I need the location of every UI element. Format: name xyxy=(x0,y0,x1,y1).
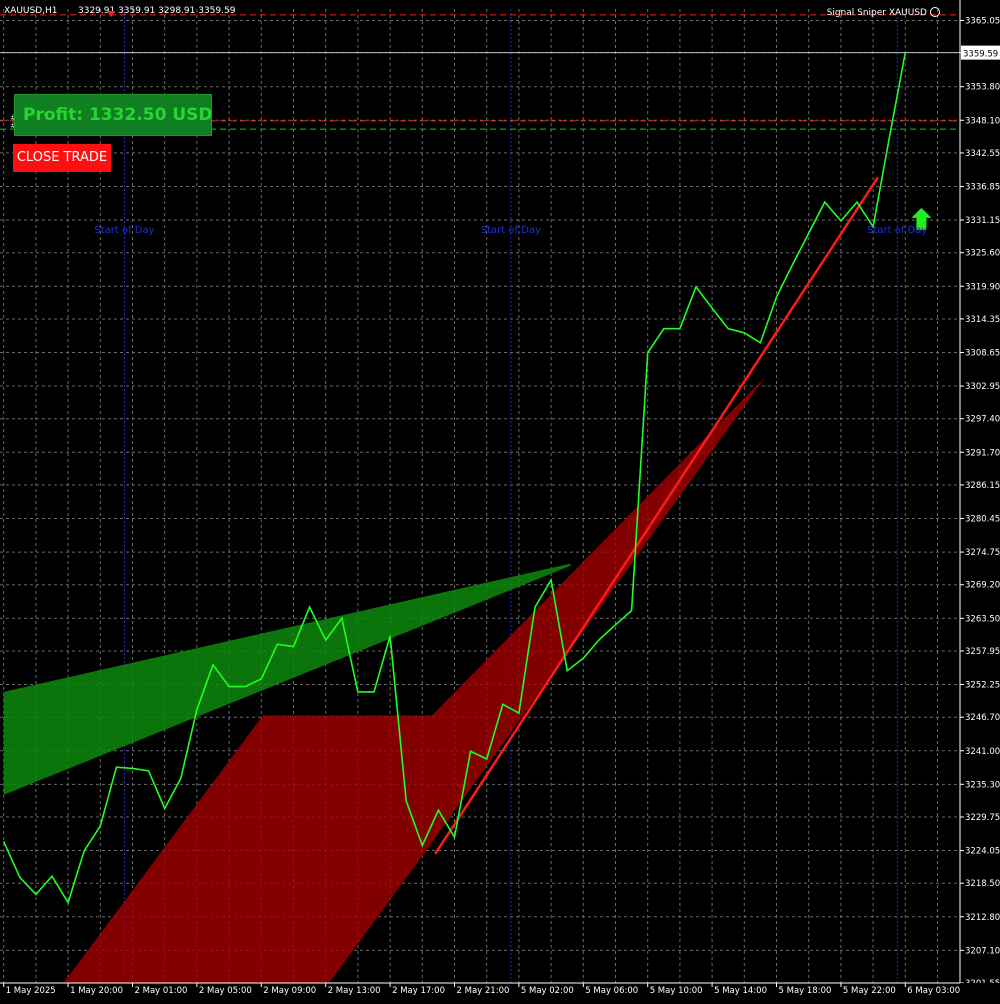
x-tick-label: 2 May 05:00 xyxy=(199,986,252,996)
y-tick-label: 3263.50 xyxy=(965,614,1000,624)
y-tick-label: 3314.35 xyxy=(965,315,1000,325)
y-tick-label: 3218.50 xyxy=(965,879,1000,889)
y-tick-label: 3348.10 xyxy=(965,116,1000,126)
y-tick-label: 3229.75 xyxy=(965,813,1000,823)
x-tick-label: 6 May 03:00 xyxy=(907,986,960,996)
x-tick-label: 5 May 14:00 xyxy=(714,986,767,996)
y-tick-label: 3235.30 xyxy=(965,780,1000,790)
y-tick-label: 3331.15 xyxy=(965,216,1000,226)
start-of-day-label: Start of Day xyxy=(481,225,541,236)
y-tick-label: 3246.70 xyxy=(965,713,1000,723)
x-tick-label: 2 May 01:00 xyxy=(135,986,188,996)
x-tick-label: 5 May 10:00 xyxy=(650,986,703,996)
x-tick-label: 2 May 21:00 xyxy=(457,986,510,996)
y-tick-label: 3241.00 xyxy=(965,747,1000,757)
x-tick-label: 1 May 20:00 xyxy=(70,986,123,996)
x-tick-label: 5 May 02:00 xyxy=(521,986,574,996)
quote-label: 3329.91 3359.91 3298.91 3359.59 xyxy=(78,6,236,16)
symbol-label: XAUUSD,H1 xyxy=(4,6,58,16)
y-tick-label: 3325.60 xyxy=(965,249,1000,259)
y-tick-label: 3297.40 xyxy=(965,415,1000,425)
y-tick-label: 3308.65 xyxy=(965,349,1000,359)
x-tick-label: 2 May 09:00 xyxy=(263,986,316,996)
y-tick-label: 3319.90 xyxy=(965,282,1000,292)
profit-display: Profit: 1332.50 USD xyxy=(14,94,212,136)
y-tick-label: 3365.05 xyxy=(965,16,1000,26)
y-tick-label: 3353.80 xyxy=(965,83,1000,93)
x-tick-label: 5 May 18:00 xyxy=(779,986,832,996)
price-chart-svg[interactable]: #164397010 sl#164397010 buy 1.00Start of… xyxy=(0,0,1000,1000)
price-chart[interactable]: #164397010 sl#164397010 buy 1.00Start of… xyxy=(0,0,1000,1000)
y-tick-label: 3269.20 xyxy=(965,581,1000,591)
start-of-day-label: Start of Day xyxy=(867,225,927,236)
y-tick-label: 3212.80 xyxy=(965,913,1000,923)
x-tick-label: 5 May 22:00 xyxy=(843,986,896,996)
y-tick-label: 3336.85 xyxy=(965,182,1000,192)
x-tick-label: 1 May 2025 xyxy=(6,986,56,996)
y-tick-label: 3302.95 xyxy=(965,382,1000,392)
indicator-name-label: Signal Sniper XAUUSD xyxy=(827,8,927,18)
x-tick-label: 2 May 17:00 xyxy=(392,986,445,996)
y-tick-label: 3224.05 xyxy=(965,847,1000,857)
y-tick-label: 3252.25 xyxy=(965,681,1000,691)
red-trendline xyxy=(434,176,879,855)
y-tick-label: 3291.70 xyxy=(965,448,1000,458)
y-tick-label: 3257.95 xyxy=(965,647,1000,657)
y-tick-label: 3274.75 xyxy=(965,548,1000,558)
start-of-day-label: Start of Day xyxy=(94,225,154,236)
y-tick-label: 3342.55 xyxy=(965,149,1000,159)
current-price-label: 3359.59 xyxy=(963,50,998,60)
y-tick-label: 3207.10 xyxy=(965,946,1000,956)
x-tick-label: 5 May 06:00 xyxy=(585,986,638,996)
close-trade-button[interactable]: CLOSE TRADE xyxy=(13,144,111,172)
y-tick-label: 3286.15 xyxy=(965,481,1000,491)
x-tick-label: 2 May 13:00 xyxy=(328,986,381,996)
y-tick-label: 3280.45 xyxy=(965,515,1000,525)
